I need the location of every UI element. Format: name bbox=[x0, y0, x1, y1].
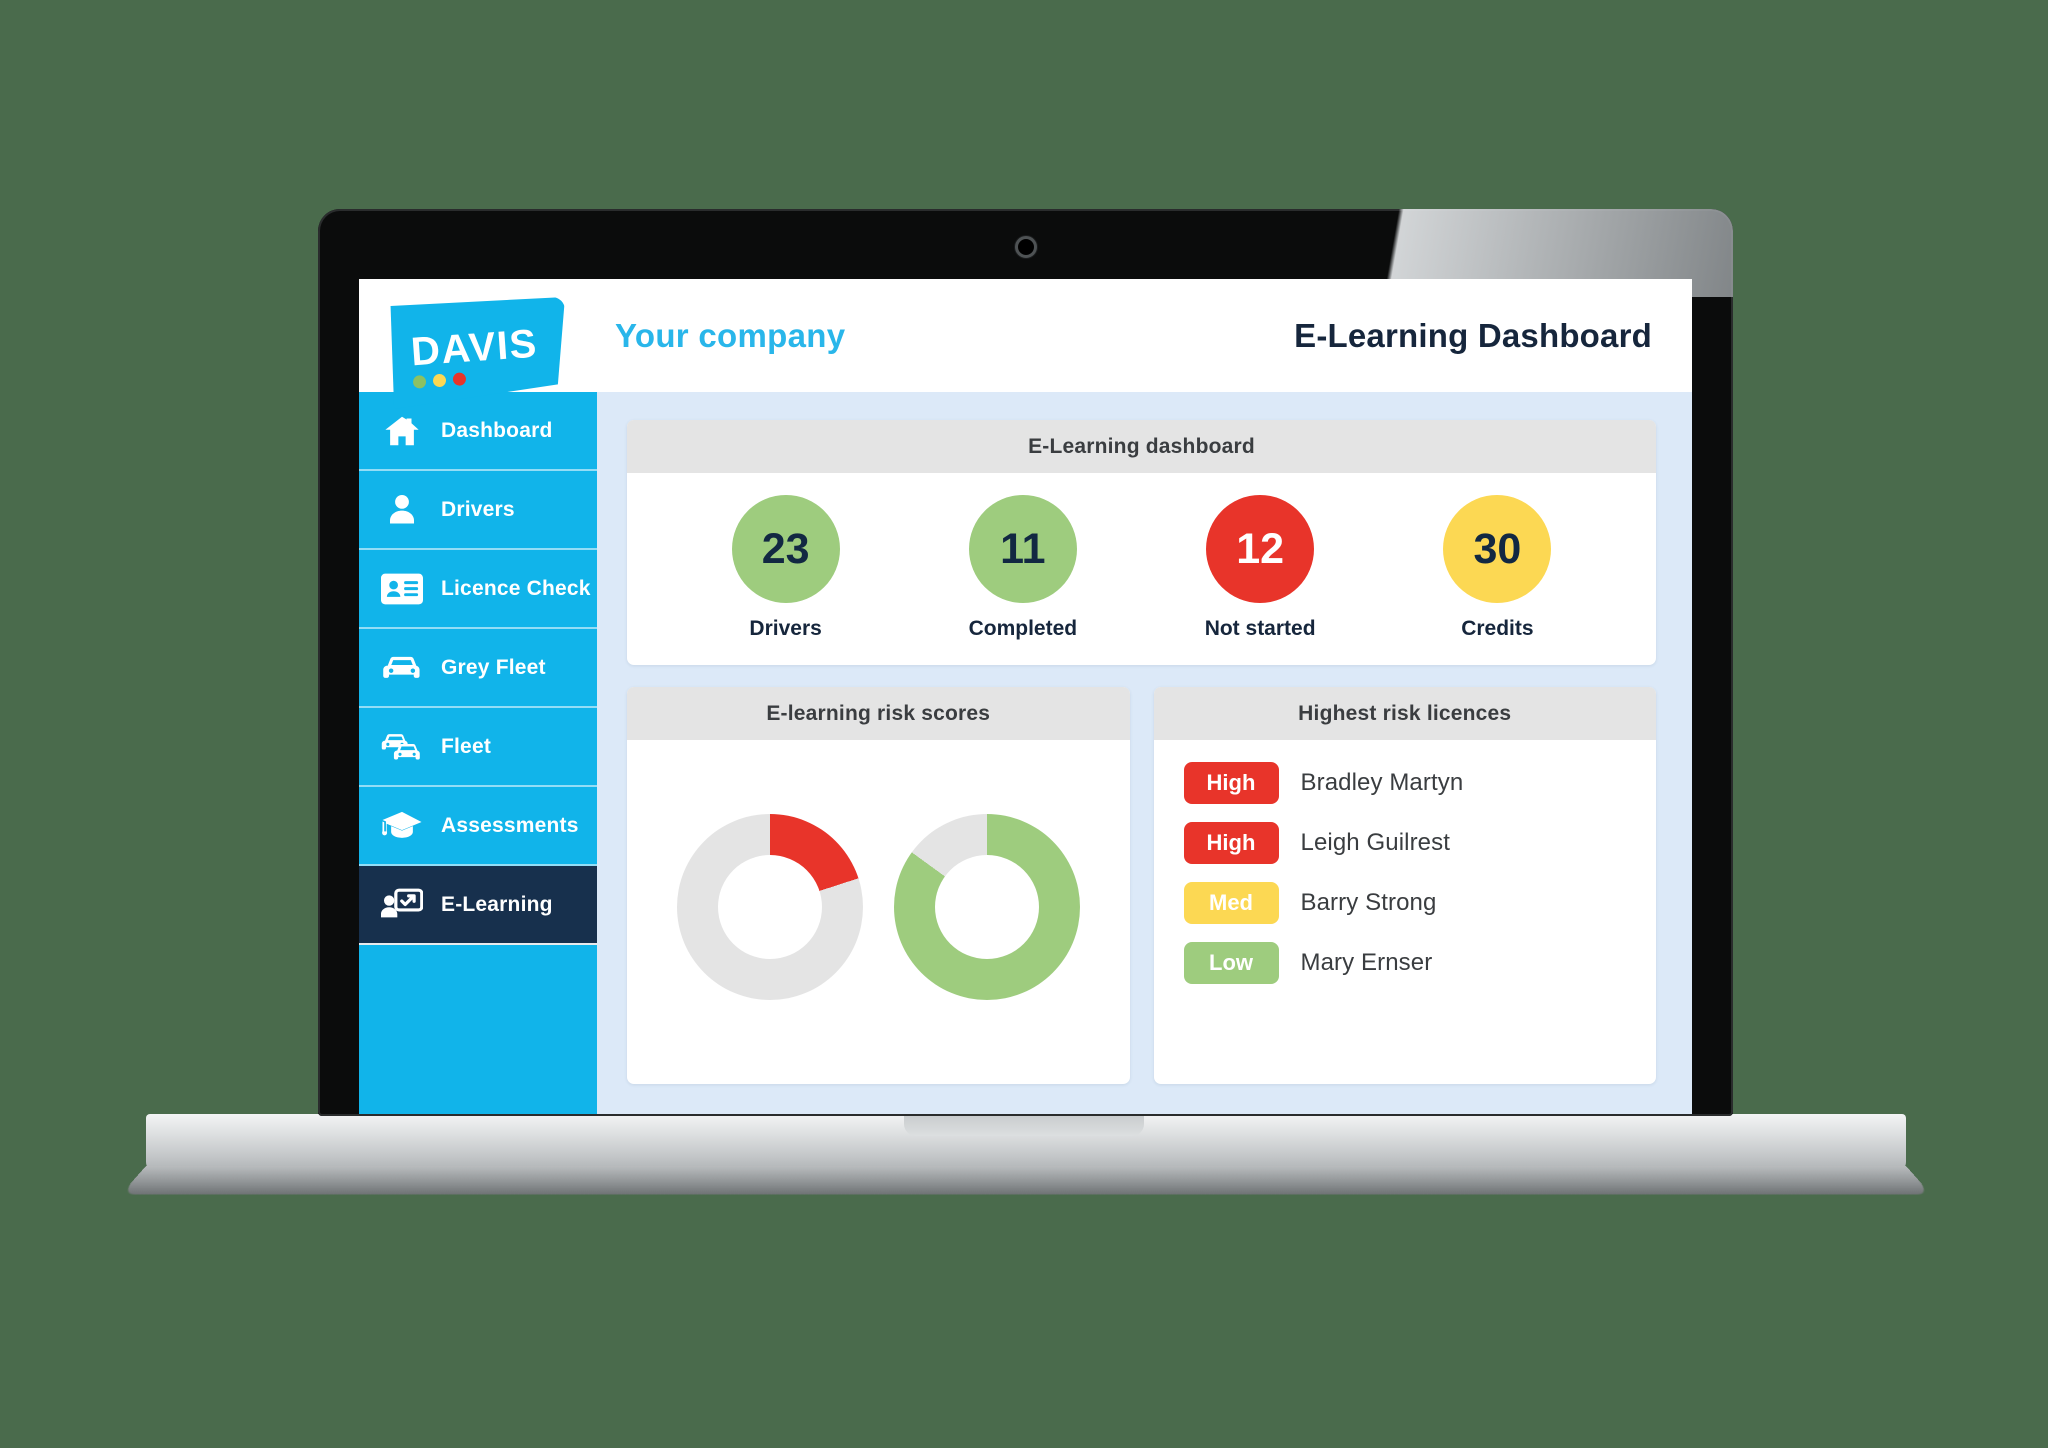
risk-scores-body bbox=[627, 740, 1130, 1084]
logo-dot-1 bbox=[412, 374, 427, 389]
stat-label: Completed bbox=[968, 617, 1078, 640]
app-window: DAVIS Your company E-Learning Dashboard … bbox=[359, 279, 1692, 1114]
sidebar-nav: Dashboard Drivers Licence Check Grey Fleet F… bbox=[359, 392, 597, 945]
licence-row[interactable]: Med Barry Strong bbox=[1183, 882, 1657, 924]
sidebar-item-label: Assessments bbox=[441, 813, 579, 837]
donut-chart-1 bbox=[676, 814, 863, 1000]
driver-name: Bradley Martyn bbox=[1300, 769, 1464, 796]
laptop-base-lip bbox=[120, 1166, 1932, 1195]
sidebar-item-label: E-Learning bbox=[441, 892, 553, 916]
licence-row[interactable]: High Leigh Guilrest bbox=[1183, 822, 1657, 864]
stats-card-body: 23 Drivers 11 Completed 12 Not started 30 Credi… bbox=[627, 473, 1656, 665]
elearning-screen-icon bbox=[381, 888, 423, 922]
home-icon bbox=[381, 412, 423, 450]
risk-level-badge: Med bbox=[1183, 882, 1279, 924]
donut-charts bbox=[627, 740, 1130, 1084]
licence-row[interactable]: High Bradley Martyn bbox=[1183, 762, 1657, 804]
donut-chart-2 bbox=[894, 814, 1080, 1000]
stat-label: Drivers bbox=[749, 617, 822, 640]
webcam-icon bbox=[1014, 236, 1037, 258]
risk-level-badge: High bbox=[1183, 762, 1279, 804]
two-cars-icon bbox=[381, 730, 423, 764]
logo-dot-2 bbox=[432, 373, 447, 388]
highest-risk-licences-card: Highest risk licences High Bradley Martyn… bbox=[1153, 687, 1657, 1084]
laptop-screen-bezel: DAVIS Your company E-Learning Dashboard … bbox=[318, 209, 1733, 1116]
sidebar-item-label: Dashboard bbox=[441, 418, 553, 442]
licences-card-title: Highest risk licences bbox=[1153, 687, 1656, 740]
sidebar-item-label: Fleet bbox=[441, 734, 492, 758]
stat-label: Credits bbox=[1461, 617, 1534, 640]
stats-row: 23 Drivers 11 Completed 12 Not started 30 Credi… bbox=[627, 473, 1656, 665]
page-title: E-Learning Dashboard bbox=[1294, 316, 1652, 354]
driver-name: Barry Strong bbox=[1300, 889, 1437, 916]
car-icon bbox=[381, 653, 423, 683]
driver-name: Mary Ernser bbox=[1300, 949, 1433, 976]
stat-credits: 30 Credits bbox=[1379, 495, 1616, 641]
graduation-cap-icon bbox=[381, 809, 423, 843]
app-body: Dashboard Drivers Licence Check Grey Fleet F… bbox=[359, 279, 1692, 1114]
licence-list: High Bradley Martyn High Leigh Guilrest Med B… bbox=[1154, 740, 1657, 1004]
sidebar-item-e-learning[interactable]: E-Learning bbox=[359, 866, 597, 945]
sidebar-item-label: Grey Fleet bbox=[441, 655, 546, 679]
driver-name: Leigh Guilrest bbox=[1300, 829, 1450, 856]
sidebar-item-fleet[interactable]: Fleet bbox=[359, 708, 597, 787]
header-titles: Your company E-Learning Dashboard bbox=[597, 279, 1692, 392]
company-name: Your company bbox=[615, 316, 846, 354]
stat-value-circle: 12 bbox=[1206, 495, 1315, 603]
licence-row[interactable]: Low Mary Ernser bbox=[1183, 942, 1657, 984]
laptop-mockup: DAVIS Your company E-Learning Dashboard … bbox=[0, 0, 2048, 1448]
sidebar-item-licence-check[interactable]: Licence Check bbox=[359, 550, 597, 629]
sidebar-item-drivers[interactable]: Drivers bbox=[359, 471, 597, 550]
logo-area[interactable]: DAVIS bbox=[359, 279, 597, 409]
risk-level-badge: Low bbox=[1183, 942, 1279, 984]
stat-value-circle: 30 bbox=[1443, 495, 1552, 603]
risk-scores-title: E-learning risk scores bbox=[627, 687, 1130, 740]
logo-text: DAVIS bbox=[409, 321, 540, 375]
app-header: DAVIS Your company E-Learning Dashboard bbox=[359, 279, 1692, 409]
laptop-base-notch bbox=[904, 1114, 1144, 1136]
sidebar-item-grey-fleet[interactable]: Grey Fleet bbox=[359, 629, 597, 708]
stat-drivers: 23 Drivers bbox=[667, 495, 904, 641]
risk-scores-card: E-learning risk scores bbox=[627, 687, 1130, 1084]
stat-completed: 11 Completed bbox=[904, 495, 1141, 641]
licences-card-body: High Bradley Martyn High Leigh Guilrest Med B… bbox=[1154, 740, 1657, 1084]
stat-value-circle: 11 bbox=[968, 495, 1077, 603]
person-icon bbox=[381, 491, 423, 529]
risk-level-badge: High bbox=[1183, 822, 1279, 864]
sidebar: Dashboard Drivers Licence Check Grey Fleet F… bbox=[359, 279, 597, 1114]
main-content: E-Learning dashboard 23 Drivers 11 Complete… bbox=[597, 392, 1692, 1114]
stats-card-title: E-Learning dashboard bbox=[627, 420, 1656, 473]
id-card-icon bbox=[381, 572, 423, 606]
stat-not-started: 12 Not started bbox=[1142, 495, 1379, 641]
sidebar-item-label: Licence Check bbox=[441, 576, 591, 600]
stat-value-circle: 23 bbox=[731, 495, 840, 603]
sidebar-item-label: Drivers bbox=[441, 497, 515, 521]
logo-dot-3 bbox=[452, 372, 467, 387]
stat-label: Not started bbox=[1204, 617, 1316, 640]
sidebar-item-assessments[interactable]: Assessments bbox=[359, 787, 597, 866]
bottom-row: E-learning risk scores Highest risk lice… bbox=[627, 687, 1656, 1084]
stats-card: E-Learning dashboard 23 Drivers 11 Complete… bbox=[627, 420, 1656, 665]
